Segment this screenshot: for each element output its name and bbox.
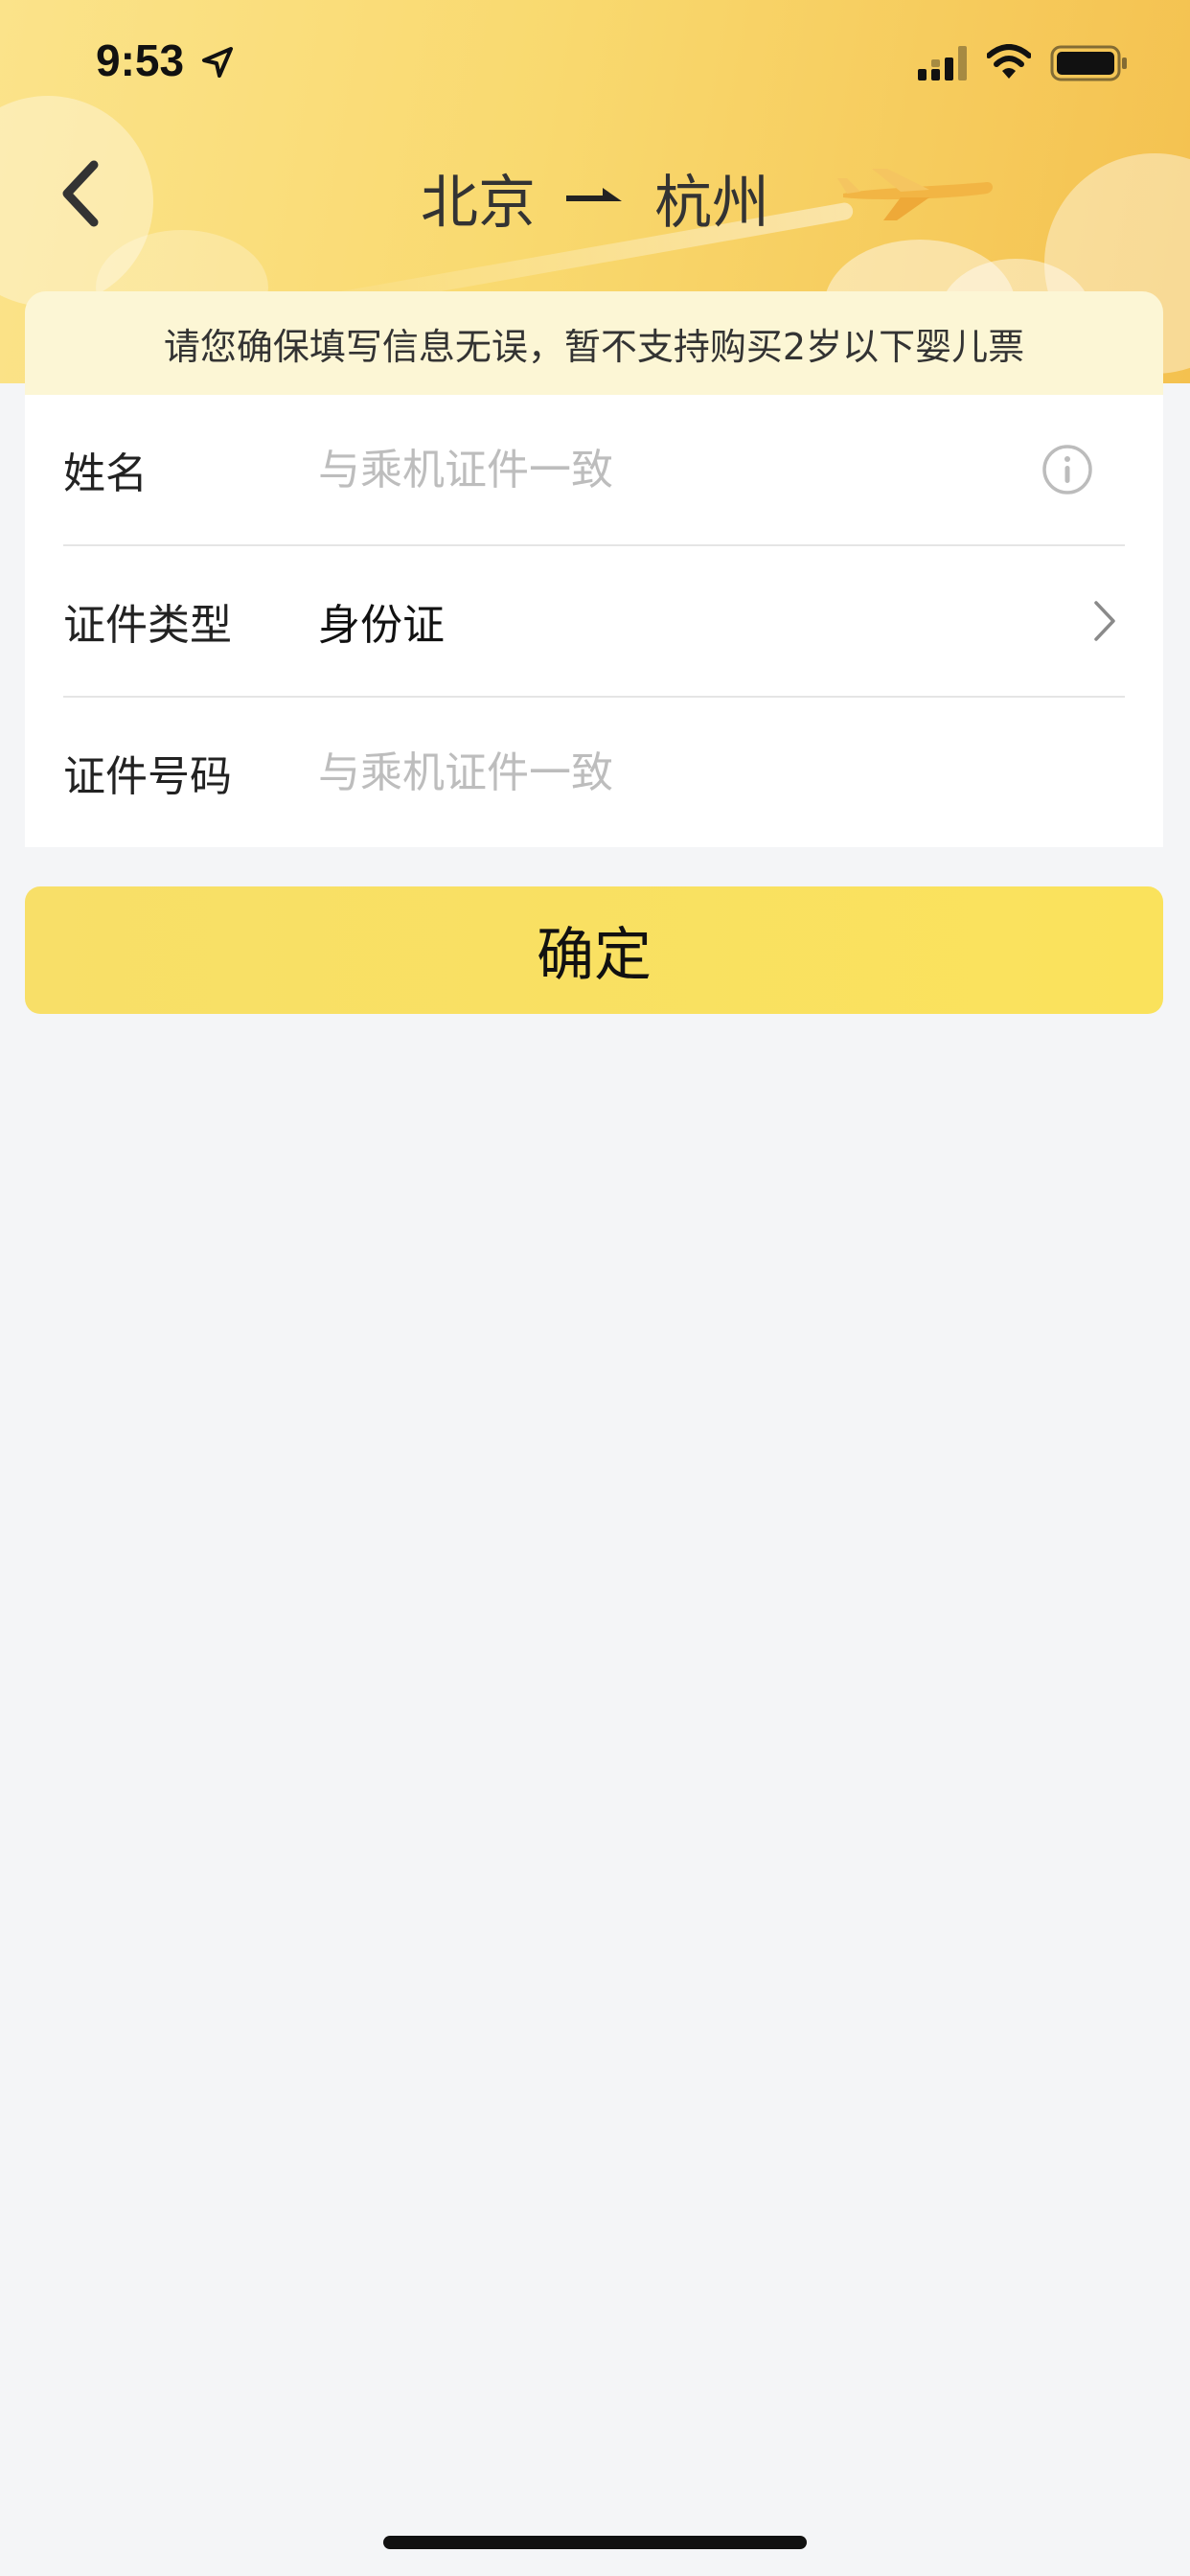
- id-type-value[interactable]: 身份证: [318, 590, 1090, 652]
- home-indicator[interactable]: [383, 2536, 807, 2549]
- route-title: 北京 杭州: [0, 159, 1190, 237]
- name-label: 姓名: [63, 449, 148, 498]
- id-type-label: 证件类型: [63, 601, 232, 650]
- destination-city: 杭州: [654, 169, 769, 237]
- chevron-right-icon: [1094, 601, 1115, 641]
- origin-city: 北京: [421, 169, 536, 237]
- status-time: 9:53: [96, 35, 185, 85]
- location-arrow-icon: [202, 47, 233, 78]
- confirm-label: 确定: [537, 922, 652, 989]
- name-input[interactable]: [318, 445, 1041, 494]
- passenger-form: 姓名 证件类型 身份证 证件号码: [25, 395, 1163, 847]
- id-number-label: 证件号码: [63, 752, 232, 801]
- notice-text: 请您确保填写信息无误，暂不支持购买2岁以下婴儿票: [163, 325, 1025, 368]
- notice-banner: 请您确保填写信息无误，暂不支持购买2岁以下婴儿票: [25, 291, 1163, 395]
- battery-icon: [1050, 45, 1127, 81]
- id-number-input[interactable]: [318, 748, 1125, 797]
- route-arrow-icon: [566, 188, 622, 201]
- signal-icon: [918, 46, 967, 80]
- id-number-row: 证件号码: [63, 698, 1125, 847]
- info-icon[interactable]: [1041, 443, 1094, 496]
- passenger-form-screen: 9:53 北京 杭州 请您确保填写信息无误，暂不支持购买2岁以下婴儿票 姓名 与…: [0, 0, 1190, 2576]
- name-row: 姓名: [63, 395, 1125, 546]
- wifi-icon: [987, 44, 1031, 79]
- id-type-row[interactable]: 证件类型 身份证: [63, 546, 1125, 698]
- confirm-button[interactable]: 确定: [25, 886, 1163, 1014]
